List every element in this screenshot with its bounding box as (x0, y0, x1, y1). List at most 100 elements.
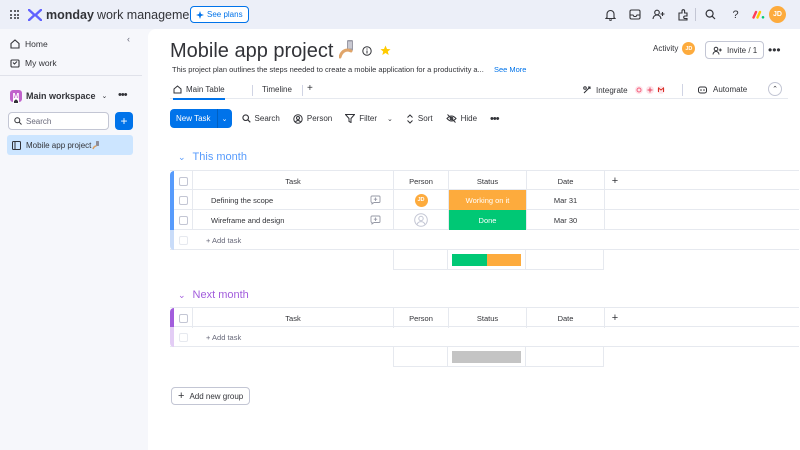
row-checkbox (174, 230, 192, 250)
home-icon (10, 39, 20, 49)
add-task-row[interactable]: + Add task (170, 230, 799, 250)
sort-label: Sort (417, 114, 433, 123)
column-header-task[interactable]: Task (192, 308, 393, 328)
table-row[interactable]: Wireframe and design Done Mar 30 (170, 210, 799, 230)
table-row[interactable]: Defining the scope JD Working on it Mar … (170, 190, 799, 210)
search-icon[interactable] (704, 8, 717, 21)
add-group-button[interactable]: + Add new group (171, 387, 251, 405)
integration-apps-icon (634, 86, 665, 94)
collapse-sidebar-icon[interactable]: ‹ (127, 34, 130, 44)
sidebar-item-mobile-app-project[interactable]: Mobile app project (7, 135, 133, 155)
column-header-status[interactable]: Status (448, 308, 526, 328)
user-avatar[interactable]: JD (769, 6, 786, 23)
date-summary (526, 250, 604, 270)
info-icon[interactable] (362, 45, 372, 56)
add-update-icon[interactable] (357, 190, 393, 210)
add-view-button[interactable]: + (307, 83, 313, 94)
activity-label: Activity (653, 44, 679, 53)
board-area: Mobile app project Activity JD Invite / … (148, 29, 800, 450)
column-header-date[interactable]: Date (526, 171, 604, 191)
sidebar-divider (0, 75, 142, 76)
column-header-date[interactable]: Date (526, 308, 604, 328)
workspace-name: Main workspace (26, 91, 96, 101)
empty-cell (604, 210, 799, 230)
add-item-button[interactable]: + (115, 112, 133, 130)
add-update-icon[interactable] (357, 210, 393, 230)
chevron-down-icon[interactable]: ⌄ (178, 290, 186, 301)
sort-button[interactable]: Sort (406, 113, 433, 124)
search-button[interactable]: Search (241, 114, 280, 123)
activity-button[interactable]: Activity JD (653, 42, 696, 55)
avatar: JD (682, 42, 696, 55)
status-badge[interactable]: Working on it (448, 190, 526, 210)
see-plans-button[interactable]: See plans (190, 6, 249, 23)
collapse-header-icon[interactable]: ⌃ (768, 82, 782, 96)
integrate-button[interactable]: Integrate (582, 85, 670, 95)
add-task-row[interactable]: + Add task (170, 327, 799, 347)
new-task-button[interactable]: New Task ⌄ (170, 109, 232, 128)
invite-button[interactable]: Invite / 1 (705, 41, 765, 59)
hide-button[interactable]: Hide (445, 114, 478, 123)
status-summary[interactable] (448, 347, 526, 367)
add-task-input[interactable]: + Add task (192, 230, 392, 250)
page-title[interactable]: Mobile app project (170, 39, 356, 63)
sidebar-item-my-work[interactable]: My work (10, 58, 57, 68)
robot-icon (698, 86, 707, 94)
home-icon (173, 85, 182, 94)
apps-icon[interactable] (676, 8, 689, 21)
invite-members-icon[interactable] (652, 8, 665, 21)
board-more-icon[interactable]: ••• (768, 43, 781, 57)
person-cell[interactable] (393, 210, 448, 230)
filter-icon (345, 114, 356, 123)
toolbar-more-icon[interactable]: ••• (490, 113, 500, 125)
column-header-task[interactable]: Task (192, 171, 393, 191)
automate-button[interactable]: Automate (697, 85, 747, 94)
date-cell[interactable]: Mar 31 (526, 190, 604, 210)
row-checkbox[interactable] (174, 190, 192, 210)
monday-icon[interactable] (752, 8, 765, 21)
automate-label: Automate (713, 85, 748, 94)
workspace-selector[interactable]: M Main workspace ⌄ (10, 90, 107, 104)
person-cell[interactable]: JD (393, 190, 448, 210)
inbox-icon[interactable] (628, 8, 641, 21)
chevron-down-icon[interactable]: ⌄ (178, 152, 186, 163)
chevron-down-icon[interactable]: ⌄ (387, 115, 393, 123)
status-badge[interactable]: Done (448, 210, 526, 230)
board-toolbar: New Task ⌄ Search Person Filter ⌄ Sort H… (170, 109, 500, 128)
add-column-button[interactable]: + (604, 308, 625, 328)
board-icon (12, 140, 21, 150)
chevron-down-icon[interactable]: ⌄ (218, 115, 232, 123)
invite-label: Invite / 1 (727, 45, 758, 55)
column-header-status[interactable]: Status (448, 171, 526, 191)
logo[interactable]: monday work management (28, 8, 200, 22)
sidebar-item-home[interactable]: Home (10, 39, 48, 49)
group-title[interactable]: ⌄ This month (178, 151, 247, 163)
filter-button[interactable]: Filter ⌄ (345, 114, 393, 123)
select-all-checkbox[interactable] (174, 171, 192, 191)
tab-main-table[interactable]: Main Table (173, 85, 225, 100)
task-name[interactable]: Defining the scope (192, 190, 357, 210)
task-name[interactable]: Wireframe and design (192, 210, 357, 230)
title-icons (362, 45, 391, 56)
see-plans-label: See plans (207, 10, 243, 19)
date-cell[interactable]: Mar 30 (526, 210, 604, 230)
add-column-button[interactable]: + (604, 171, 625, 191)
help-icon[interactable]: ? (729, 8, 742, 21)
apps-grid-icon[interactable] (10, 10, 19, 19)
group-title[interactable]: ⌄ Next month (178, 289, 249, 301)
see-more-link[interactable]: See More (494, 65, 527, 74)
status-summary[interactable] (448, 250, 526, 270)
tab-label: Timeline (262, 85, 292, 94)
star-icon[interactable] (380, 45, 391, 56)
column-header-person[interactable]: Person (393, 308, 448, 328)
hide-label: Hide (460, 114, 478, 123)
sidebar-search-input[interactable]: Search (8, 112, 109, 130)
column-header-person[interactable]: Person (393, 171, 448, 191)
person-filter-button[interactable]: Person (293, 113, 332, 124)
bell-icon[interactable] (604, 8, 617, 21)
row-checkbox[interactable] (174, 210, 192, 230)
add-task-input[interactable]: + Add task (192, 327, 392, 347)
workspace-more-icon[interactable]: ••• (118, 89, 128, 101)
tab-timeline[interactable]: Timeline (262, 85, 292, 94)
select-all-checkbox[interactable] (174, 308, 192, 328)
